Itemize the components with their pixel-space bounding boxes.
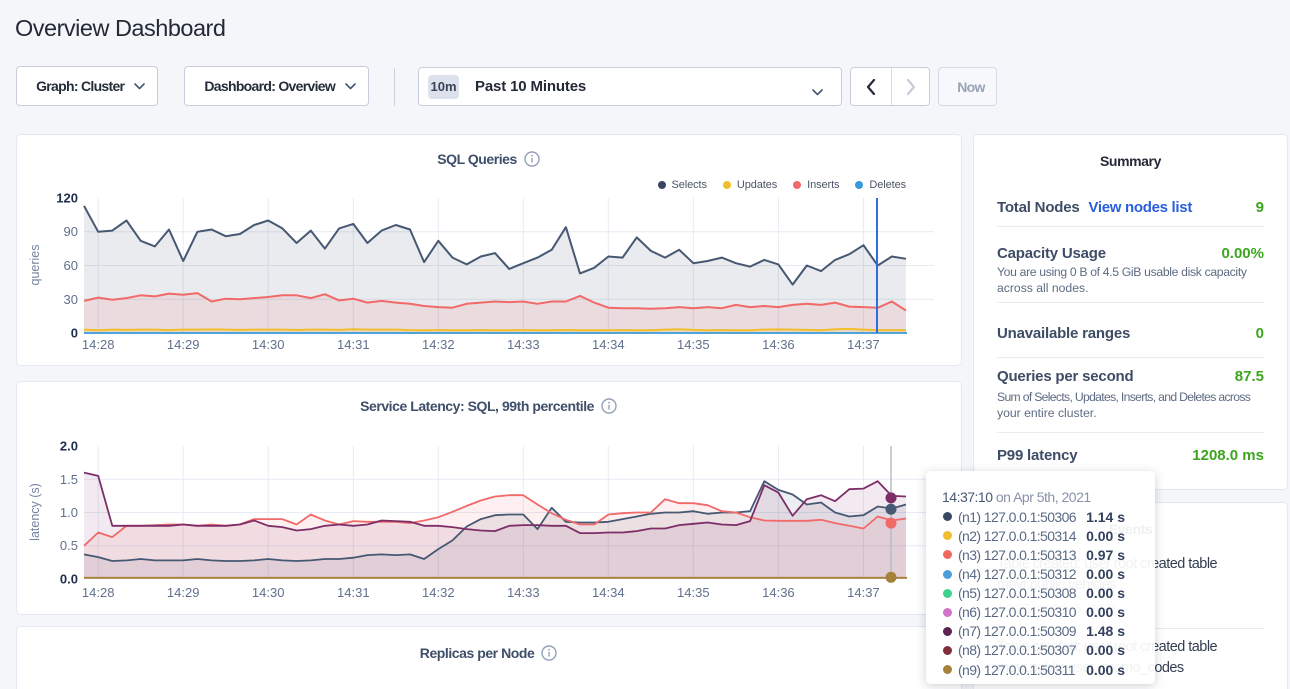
svg-text:14:37: 14:37	[847, 337, 880, 352]
svg-text:14:36: 14:36	[762, 337, 795, 352]
svg-text:120: 120	[56, 191, 78, 206]
svg-text:14:33: 14:33	[507, 337, 540, 352]
svg-text:queries: queries	[28, 245, 42, 286]
svg-text:14:33: 14:33	[507, 585, 540, 600]
svg-text:2.0: 2.0	[60, 439, 78, 454]
svg-text:30: 30	[64, 292, 78, 307]
svg-text:14:36: 14:36	[762, 585, 795, 600]
svg-text:14:35: 14:35	[677, 585, 710, 600]
svg-text:14:34: 14:34	[592, 585, 625, 600]
svg-text:0: 0	[71, 326, 78, 341]
svg-text:14:30: 14:30	[252, 337, 285, 352]
svg-text:0.5: 0.5	[60, 538, 78, 553]
svg-text:1.0: 1.0	[60, 505, 78, 520]
svg-text:14:28: 14:28	[82, 337, 115, 352]
svg-text:0.0: 0.0	[60, 572, 78, 587]
svg-text:14:29: 14:29	[167, 585, 200, 600]
svg-text:1.5: 1.5	[60, 472, 78, 487]
svg-text:60: 60	[64, 258, 78, 273]
svg-text:90: 90	[64, 224, 78, 239]
svg-text:14:32: 14:32	[422, 585, 455, 600]
svg-text:latency (s): latency (s)	[28, 483, 42, 541]
svg-text:14:31: 14:31	[337, 585, 370, 600]
svg-text:14:37: 14:37	[847, 585, 880, 600]
svg-text:14:29: 14:29	[167, 337, 200, 352]
svg-text:14:30: 14:30	[252, 585, 285, 600]
svg-text:14:28: 14:28	[82, 585, 115, 600]
svg-text:14:32: 14:32	[422, 337, 455, 352]
svg-text:14:31: 14:31	[337, 337, 370, 352]
svg-text:14:34: 14:34	[592, 337, 625, 352]
svg-text:14:35: 14:35	[677, 337, 710, 352]
